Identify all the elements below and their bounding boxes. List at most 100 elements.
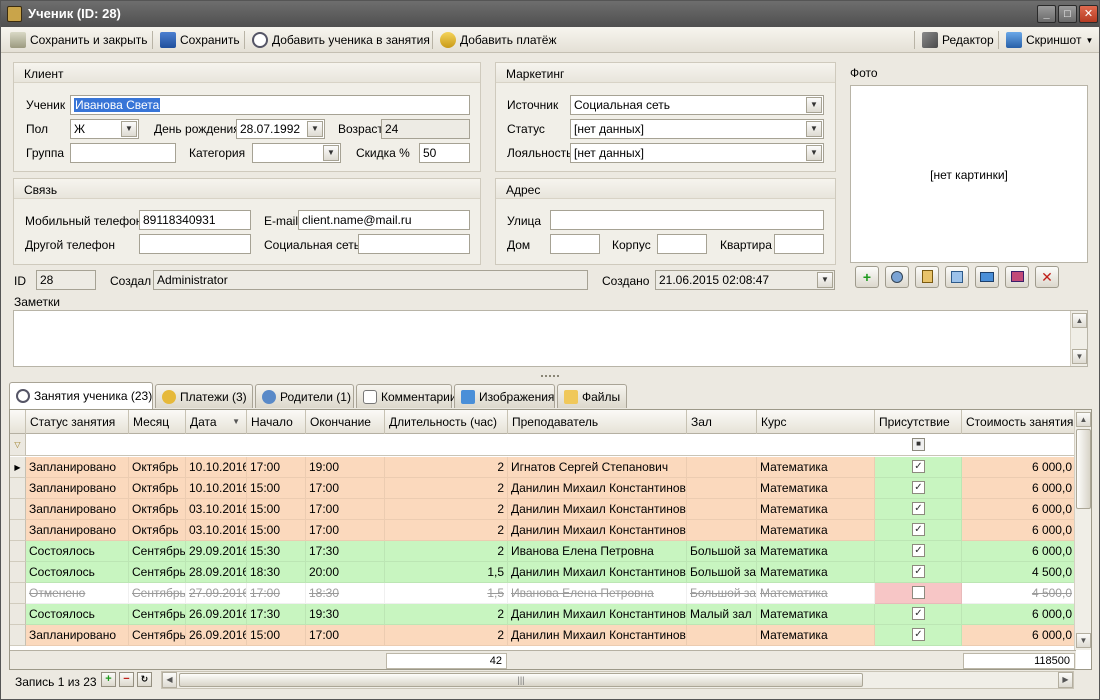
remove-record-button[interactable]: −: [119, 672, 134, 687]
col-duration[interactable]: Длительность (час): [385, 410, 508, 434]
cell-month[interactable]: Сентябрь: [129, 625, 186, 646]
cell-course[interactable]: Математика: [757, 604, 875, 625]
row-indicator[interactable]: [10, 478, 26, 499]
cell-teacher[interactable]: Данилин Михаил Константинович: [508, 499, 687, 520]
delete-photo-button[interactable]: ✕: [1035, 266, 1059, 288]
cell-start[interactable]: 17:30: [247, 604, 306, 625]
table-row[interactable]: Состоялось Сентябрь 29.09.2016 15:30 17:30 2 И…: [10, 541, 1076, 562]
cell-attended[interactable]: ✓: [875, 478, 962, 499]
title-bar[interactable]: Ученик (ID: 28) _ □ ✕: [1, 1, 1099, 27]
cell-start[interactable]: 15:00: [247, 625, 306, 646]
row-indicator[interactable]: [10, 604, 26, 625]
cell-start[interactable]: 18:30: [247, 562, 306, 583]
screenshot-button[interactable]: Скриншот ▼: [1003, 30, 1096, 50]
chevron-down-icon[interactable]: ▼: [806, 145, 822, 161]
cell-teacher[interactable]: Данилин Михаил Константинович: [508, 520, 687, 541]
copy-photo-button[interactable]: [945, 266, 969, 288]
cell-duration[interactable]: 2: [385, 604, 508, 625]
mobile-phone-input[interactable]: 89118340931: [139, 210, 251, 230]
tab-parents[interactable]: Родители (1): [255, 384, 354, 408]
cell-course[interactable]: Математика: [757, 583, 875, 604]
col-course[interactable]: Курс: [757, 410, 875, 434]
cell-duration[interactable]: 1,5: [385, 562, 508, 583]
cell-month[interactable]: Сентябрь: [129, 562, 186, 583]
cell-date[interactable]: 10.10.2016: [186, 478, 247, 499]
house-input[interactable]: [550, 234, 600, 254]
add-to-lessons-button[interactable]: Добавить ученика в занятия: [249, 30, 433, 50]
save-close-button[interactable]: Сохранить и закрыть: [7, 30, 150, 50]
cell-date[interactable]: 28.09.2016: [186, 562, 247, 583]
chevron-down-icon[interactable]: ▼: [323, 145, 339, 161]
cell-teacher[interactable]: Игнатов Сергей Степанович: [508, 457, 687, 478]
cell-start[interactable]: 15:30: [247, 541, 306, 562]
status-select[interactable]: [нет данных] ▼: [570, 119, 824, 139]
group-input[interactable]: [70, 143, 176, 163]
col-hall[interactable]: Зал: [687, 410, 757, 434]
table-row[interactable]: Запланировано Октябрь 03.10.2016 15:00 17:00…: [10, 520, 1076, 541]
cell-date[interactable]: 03.10.2016: [186, 520, 247, 541]
cell-duration[interactable]: 2: [385, 541, 508, 562]
cell-course[interactable]: Математика: [757, 457, 875, 478]
attendance-checkbox[interactable]: ✓: [912, 523, 925, 536]
cell-teacher[interactable]: Данилин Михаил Константинович: [508, 625, 687, 646]
cell-cost[interactable]: 4 500,0: [962, 583, 1076, 604]
filter-row[interactable]: ▽ ■: [10, 434, 1076, 456]
cell-attended[interactable]: ✓: [875, 520, 962, 541]
col-attendance[interactable]: Присутствие: [875, 410, 962, 434]
cell-date[interactable]: 26.09.2016: [186, 625, 247, 646]
table-row[interactable]: Запланировано Октябрь 10.10.2016 15:00 17:00…: [10, 478, 1076, 499]
cell-status[interactable]: Запланировано: [26, 520, 129, 541]
table-row[interactable]: Состоялось Сентябрь 26.09.2016 17:30 19:30 2 Д…: [10, 604, 1076, 625]
tab-images[interactable]: Изображения: [454, 384, 555, 408]
col-date[interactable]: Дата ▼: [186, 410, 247, 434]
scroll-up-icon[interactable]: ▲: [1072, 313, 1087, 328]
cell-status[interactable]: Состоялось: [26, 541, 129, 562]
cell-attended[interactable]: ✓: [875, 562, 962, 583]
cell-attended[interactable]: ✓: [875, 625, 962, 646]
cell-hall[interactable]: Большой зал: [687, 541, 757, 562]
cell-month[interactable]: Сентябрь: [129, 541, 186, 562]
add-record-button[interactable]: +: [101, 672, 116, 687]
col-cost[interactable]: Стоимость занятия: [962, 410, 1076, 434]
refresh-button[interactable]: ↻: [137, 672, 152, 687]
minimize-button[interactable]: _: [1037, 5, 1056, 23]
editor-button[interactable]: Редактор: [919, 30, 997, 50]
scroll-down-icon[interactable]: ▼: [1076, 633, 1091, 648]
cell-status[interactable]: Состоялось: [26, 604, 129, 625]
attendance-checkbox[interactable]: ✓: [912, 544, 925, 557]
cell-course[interactable]: Математика: [757, 562, 875, 583]
maximize-button[interactable]: □: [1058, 5, 1077, 23]
cell-cost[interactable]: 6 000,0: [962, 478, 1076, 499]
tab-payments[interactable]: Платежи (3): [155, 384, 253, 408]
chevron-down-icon[interactable]: ▼: [806, 121, 822, 137]
scroll-left-icon[interactable]: ◀: [162, 672, 177, 688]
cell-status[interactable]: Запланировано: [26, 457, 129, 478]
scroll-right-icon[interactable]: ▶: [1058, 672, 1073, 688]
cell-course[interactable]: Математика: [757, 520, 875, 541]
table-row[interactable]: Отменено Сентябрь 27.09.2016 17:00 18:30 1,5 И…: [10, 583, 1076, 604]
row-indicator[interactable]: ▶: [10, 457, 26, 478]
webcam-button[interactable]: [885, 266, 909, 288]
notes-textarea[interactable]: ▲ ▼: [13, 310, 1088, 367]
cell-hall[interactable]: Большой зал: [687, 562, 757, 583]
cell-end[interactable]: 18:30: [306, 583, 385, 604]
cell-cost[interactable]: 6 000,0: [962, 625, 1076, 646]
chevron-down-icon[interactable]: ▼: [806, 97, 822, 113]
cell-month[interactable]: Октябрь: [129, 457, 186, 478]
tab-files[interactable]: Файлы: [557, 384, 627, 408]
col-month[interactable]: Месяц: [129, 410, 186, 434]
cell-status[interactable]: Запланировано: [26, 625, 129, 646]
row-indicator[interactable]: [10, 562, 26, 583]
cell-teacher[interactable]: Данилин Михаил Константинович: [508, 562, 687, 583]
cell-hall[interactable]: Малый зал: [687, 604, 757, 625]
cell-hall[interactable]: [687, 520, 757, 541]
cell-attended[interactable]: ✓: [875, 541, 962, 562]
lessons-grid[interactable]: Статус занятия Месяц Дата ▼ Начало Оконча…: [9, 409, 1092, 670]
row-indicator[interactable]: [10, 541, 26, 562]
chevron-down-icon[interactable]: ▼: [817, 272, 833, 288]
cell-status[interactable]: Состоялось: [26, 562, 129, 583]
cell-start[interactable]: 15:00: [247, 520, 306, 541]
cell-duration[interactable]: 2: [385, 520, 508, 541]
paste-photo-button[interactable]: [915, 266, 939, 288]
cell-month[interactable]: Сентябрь: [129, 583, 186, 604]
